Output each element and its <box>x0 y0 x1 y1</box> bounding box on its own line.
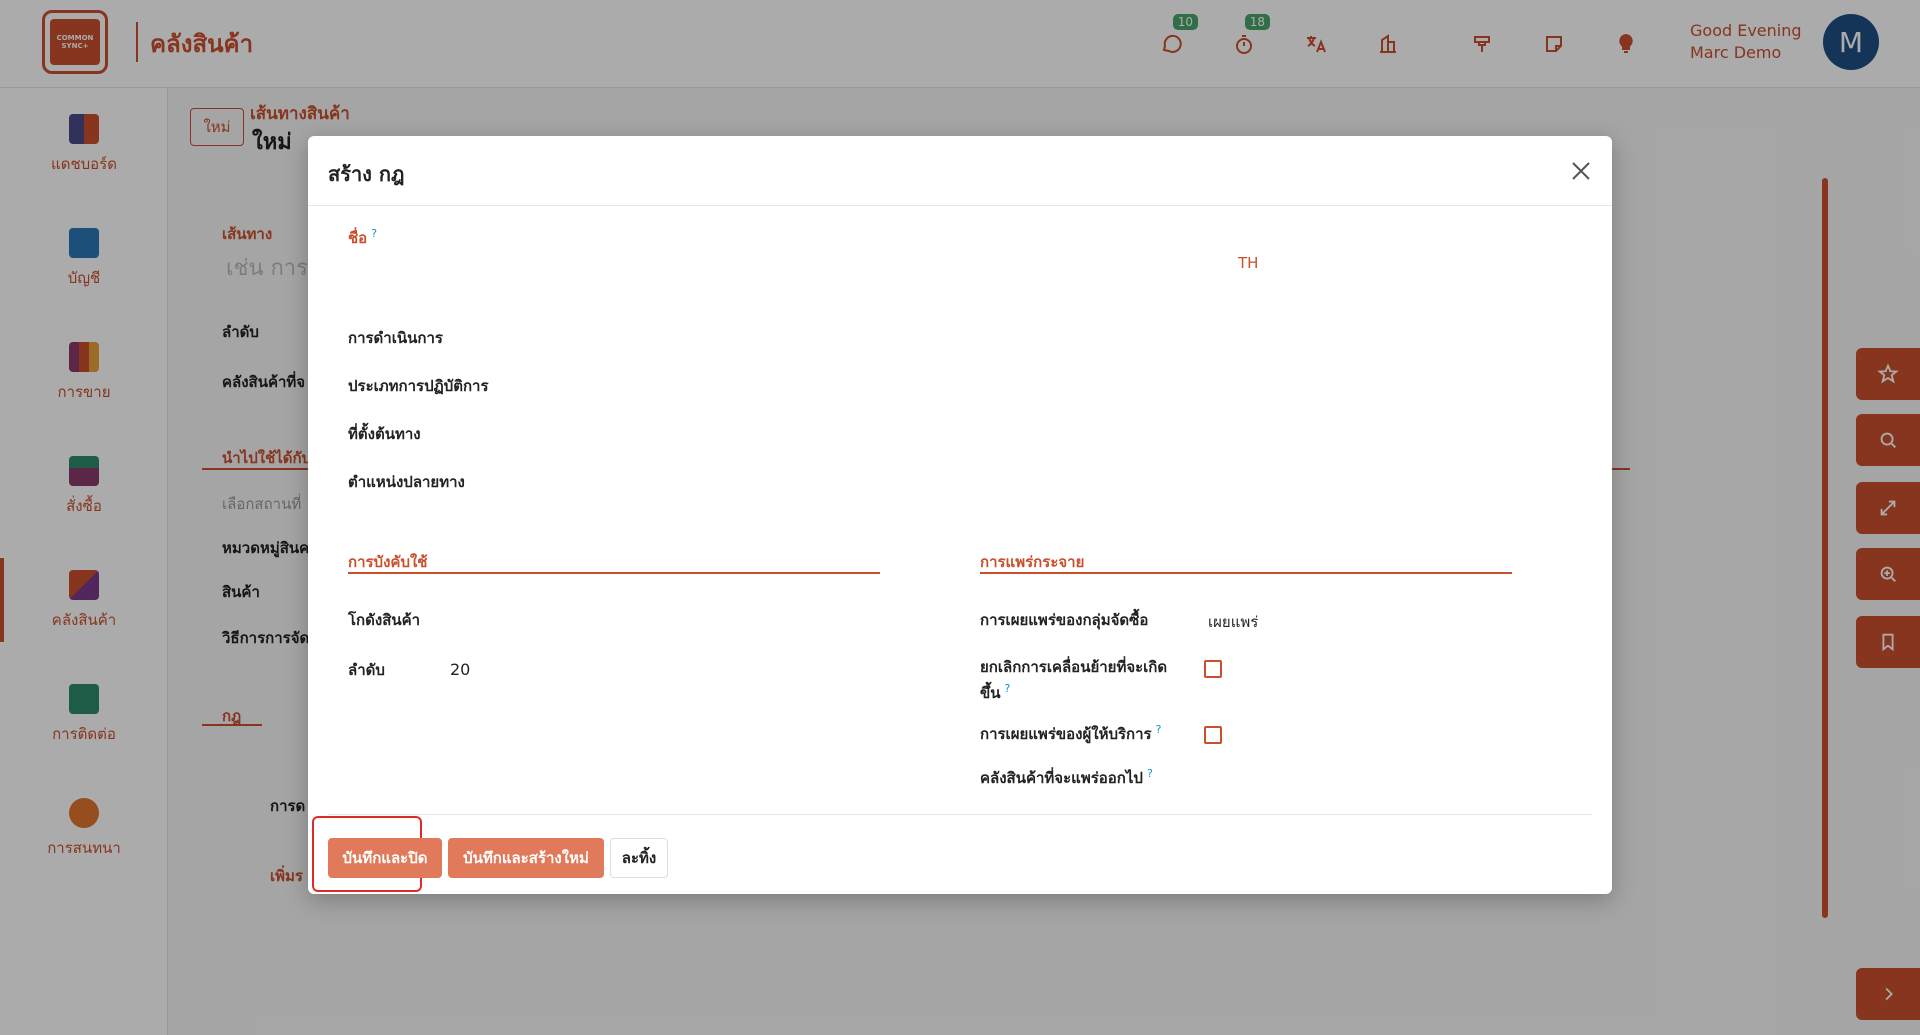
destination-location-label: ตำแหน่งปลายทาง <box>348 473 465 491</box>
applicability-section-title: การบังคับใช้ <box>348 553 428 571</box>
discard-button[interactable]: ละทิ้ง <box>610 838 668 878</box>
cancel-moves-label-line: ขึ้น? <box>980 678 1167 704</box>
language-tag[interactable]: TH <box>1238 254 1258 272</box>
name-field-label: ชื่อ? <box>348 226 377 250</box>
warehouse-field-label: โกดังสินค้า <box>348 611 421 629</box>
sequence-input[interactable]: 20 <box>450 660 470 679</box>
app-root: COMMON SYNC+ คลังสินค้า 10 18 Good Eveni… <box>0 0 1920 1035</box>
save-new-button[interactable]: บันทึกและสร้างใหม่ <box>448 838 604 878</box>
warehouse-to-propagate-text: คลังสินค้าที่จะแพร่ออกไป <box>980 769 1143 787</box>
warehouse-to-propagate-label: คลังสินค้าที่จะแพร่ออกไป? <box>980 766 1153 790</box>
cancel-moves-label-text: ขึ้น <box>980 684 1001 702</box>
create-rule-dialog: สร้าง กฎ ชื่อ? TH การดำเนินการ ประเภทการ… <box>308 136 1612 894</box>
name-label-text: ชื่อ <box>348 229 368 247</box>
dialog-title: สร้าง กฎ <box>328 162 405 186</box>
close-button[interactable] <box>1570 160 1592 182</box>
help-icon[interactable]: ? <box>1005 682 1011 695</box>
help-icon[interactable]: ? <box>1147 767 1153 780</box>
cancel-moves-label: ยกเลิกการเคลื่อนย้ายที่จะเกิด ขึ้น? <box>980 656 1167 704</box>
propagation-divider <box>980 572 1512 574</box>
group-propagation-select[interactable]: เผยแพร่ <box>1208 610 1258 634</box>
group-propagation-label: การเผยแพร่ของกลุ่มจัดซื้อ <box>980 611 1149 629</box>
operation-type-label: ประเภทการปฏิบัติการ <box>348 377 489 395</box>
cancel-moves-label-line: ยกเลิกการเคลื่อนย้ายที่จะเกิด <box>980 658 1168 676</box>
close-icon <box>1572 162 1590 180</box>
help-icon[interactable]: ? <box>371 227 377 240</box>
carrier-propagation-label: การเผยแพร่ของผู้ให้บริการ? <box>980 722 1161 746</box>
applicability-divider <box>348 572 880 574</box>
dialog-footer-divider <box>328 814 1592 815</box>
help-icon[interactable]: ? <box>1156 723 1162 736</box>
dialog-header: สร้าง กฎ <box>308 136 1612 206</box>
sequence-field-label: ลำดับ <box>348 661 385 679</box>
save-close-button[interactable]: บันทึกและปิด <box>328 838 442 878</box>
cancel-moves-checkbox[interactable] <box>1204 660 1222 678</box>
source-location-label: ที่ตั้งต้นทาง <box>348 425 421 443</box>
propagation-section-title: การแพร่กระจาย <box>980 553 1085 571</box>
carrier-propagation-text: การเผยแพร่ของผู้ให้บริการ <box>980 725 1152 743</box>
carrier-propagation-checkbox[interactable] <box>1204 726 1222 744</box>
action-label: การดำเนินการ <box>348 329 443 347</box>
